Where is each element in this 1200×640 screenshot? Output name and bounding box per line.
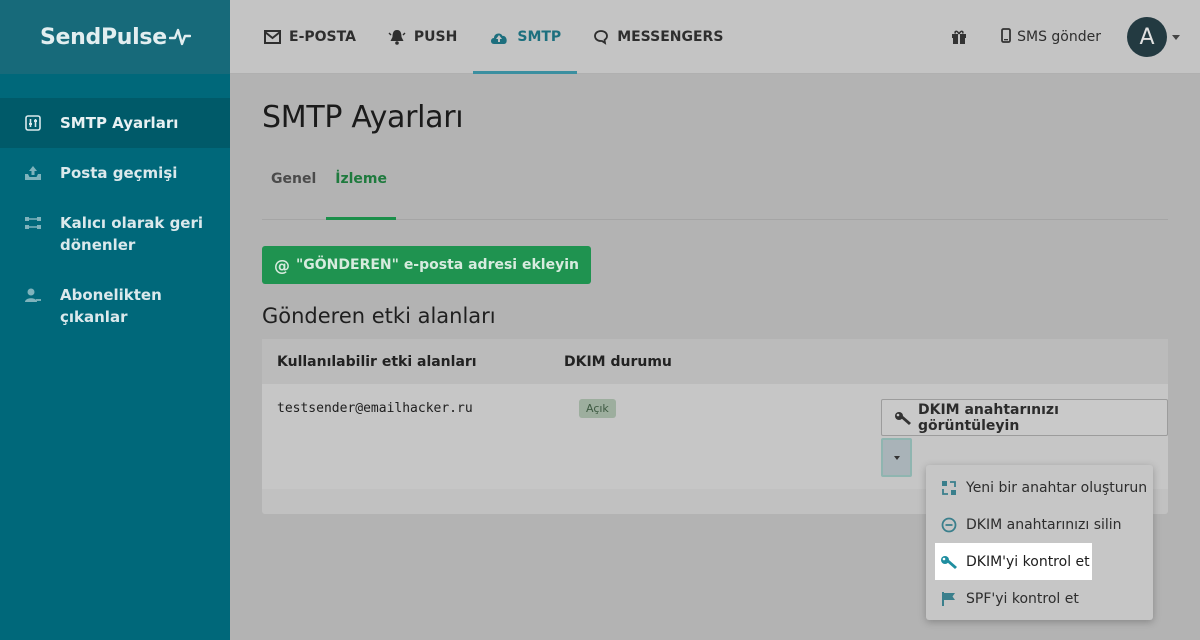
section-title: Gönderen etki alanları	[262, 304, 496, 328]
domain-cell: testsender@emailhacker.ru	[277, 401, 473, 416]
phone-icon	[1001, 27, 1012, 47]
sidebar-item-unsubscribed[interactable]: Abonelikten çıkanlar	[0, 270, 230, 342]
column-header-domains: Kullanılabilir etki alanları	[277, 353, 477, 370]
tab-messengers[interactable]: MESSENGERS	[577, 0, 739, 74]
menu-item-label: Yeni bir anahtar oluşturun	[966, 479, 1148, 496]
page-title: SMTP Ayarları	[262, 100, 464, 135]
caret-down-icon	[893, 455, 900, 460]
tab-email[interactable]: E-POSTA	[248, 0, 372, 74]
chat-bubble-icon	[593, 29, 609, 45]
sms-send-link[interactable]: SMS gönder	[1001, 27, 1101, 47]
gift-icon[interactable]	[951, 29, 967, 45]
logo-text: SendPulse	[40, 24, 167, 50]
menu-item-check-dkim[interactable]: DKIM'yi kontrol et	[935, 543, 1092, 580]
sidebar-item-label: SMTP Ayarları	[60, 114, 179, 132]
menu-item-new-key[interactable]: Yeni bir anahtar oluşturun	[926, 469, 1153, 506]
avatar[interactable]: A	[1127, 17, 1167, 57]
tab-label: PUSH	[413, 29, 458, 45]
minus-circle-icon	[940, 517, 958, 533]
sidebar: SendPulse SMTP Ayarları Posta geçmişi Ka…	[0, 0, 230, 640]
user-remove-icon	[24, 286, 42, 304]
tab-label: SMTP	[517, 29, 562, 45]
sms-label: SMS gönder	[1017, 29, 1101, 45]
column-header-dkim: DKIM durumu	[564, 353, 672, 370]
pulse-icon	[168, 28, 191, 46]
at-sign-icon: @	[274, 255, 290, 275]
sidebar-item-label: Abonelikten çıkanlar	[60, 286, 162, 326]
tab-label: MESSENGERS	[617, 29, 724, 45]
inbox-upload-icon	[24, 164, 42, 182]
dkim-actions-dropdown-toggle[interactable]	[881, 438, 912, 477]
sidebar-item-smtp-settings[interactable]: SMTP Ayarları	[0, 98, 230, 148]
chevron-down-icon[interactable]	[1172, 34, 1180, 40]
sidebar-item-label: Kalıcı olarak geri dönenler	[60, 214, 204, 254]
dkim-actions-menu: Yeni bir anahtar oluşturun DKIM anahtarı…	[926, 465, 1153, 620]
tab-label: E-POSTA	[289, 29, 356, 45]
sidebar-item-mail-history[interactable]: Posta geçmişi	[0, 148, 230, 198]
envelope-icon	[264, 30, 281, 44]
status-badge: Açık	[579, 399, 616, 418]
logo-bar: SendPulse	[0, 0, 230, 74]
top-right-actions: SMS gönder A	[951, 0, 1180, 74]
refresh-key-icon	[940, 480, 958, 496]
key-icon	[894, 410, 912, 426]
top-bar: E-POSTA PUSH SMTP MESSENGERS SMS gönder …	[230, 0, 1200, 74]
add-sender-button[interactable]: @ "GÖNDEREN" e-posta adresi ekleyin	[262, 246, 591, 284]
table-header: Kullanılabilir etki alanları DKIM durumu	[262, 339, 1168, 384]
add-sender-label: "GÖNDEREN" e-posta adresi ekleyin	[296, 257, 579, 273]
menu-item-delete-key[interactable]: DKIM anahtarınızı silin	[926, 506, 1153, 543]
bell-icon	[388, 29, 406, 45]
key-icon	[940, 554, 958, 570]
sidebar-nav: SMTP Ayarları Posta geçmişi Kalıcı olara…	[0, 98, 230, 342]
flag-icon	[940, 591, 958, 607]
tab-general[interactable]: Genel	[262, 165, 325, 219]
menu-item-label: SPF'yi kontrol et	[966, 590, 1079, 607]
sliders-icon	[24, 114, 42, 132]
view-dkim-button[interactable]: DKIM anahtarınızı görüntüleyin	[881, 399, 1168, 436]
sidebar-item-label: Posta geçmişi	[60, 164, 178, 182]
menu-item-check-spf[interactable]: SPF'yi kontrol et	[926, 580, 1153, 617]
settings-tabs: Genel İzleme	[262, 165, 1168, 220]
cloud-upload-icon	[489, 30, 509, 45]
tab-push[interactable]: PUSH	[372, 0, 473, 74]
sidebar-item-bounces[interactable]: Kalıcı olarak geri dönenler	[0, 198, 230, 270]
menu-item-label: DKIM'yi kontrol et	[966, 553, 1090, 570]
main-content: SMTP Ayarları Genel İzleme @ "GÖNDEREN" …	[262, 74, 1168, 514]
bounce-flow-icon	[24, 214, 42, 232]
sendpulse-logo[interactable]: SendPulse	[40, 25, 191, 50]
menu-item-label: DKIM anahtarınızı silin	[966, 516, 1122, 533]
tab-smtp[interactable]: SMTP	[473, 0, 578, 74]
tab-monitoring[interactable]: İzleme	[326, 165, 396, 220]
view-dkim-label: DKIM anahtarınızı görüntüleyin	[918, 401, 1059, 434]
